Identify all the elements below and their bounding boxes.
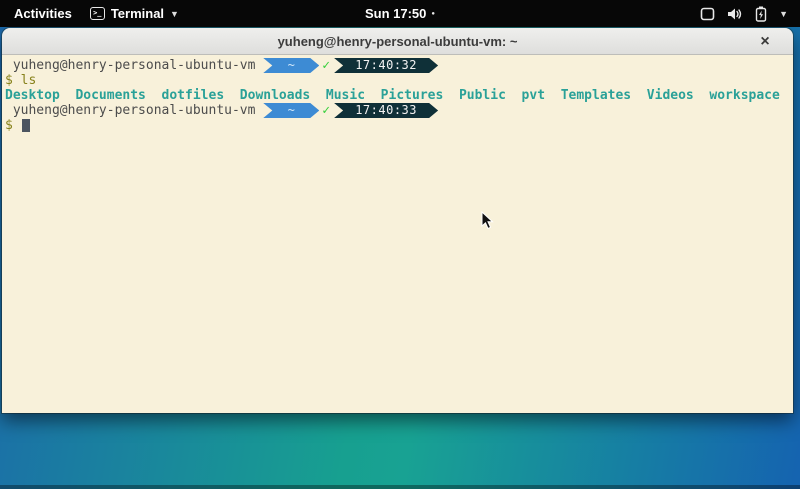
prompt-line-2: yuheng@henry-personal-ubuntu-vm ~ ✓ 17:4… — [5, 103, 793, 118]
notification-dot-icon: ● — [431, 11, 435, 17]
terminal-app-icon: >_ — [90, 7, 105, 20]
close-icon[interactable]: × — [753, 28, 777, 55]
top-bar-left: Activities >_ Terminal ▼ — [0, 4, 179, 23]
app-menu-button[interactable]: >_ Terminal ▼ — [90, 6, 179, 21]
success-check-icon: ✓ — [322, 103, 330, 118]
clock-label: Sun 17:50 — [365, 6, 426, 21]
prompt-user: yuheng@henry-personal-ubuntu-vm — [5, 58, 263, 73]
volume-icon — [727, 7, 743, 21]
prompt-time-segment: 17:40:32 — [334, 58, 438, 73]
text-cursor — [22, 119, 30, 132]
chevron-down-icon: ▼ — [170, 9, 179, 19]
prompt-line-1: yuheng@henry-personal-ubuntu-vm ~ ✓ 17:4… — [5, 58, 793, 73]
window-titlebar[interactable]: yuheng@henry-personal-ubuntu-vm: ~ × — [2, 28, 793, 55]
battery-charging-icon — [755, 6, 767, 22]
system-status-area[interactable]: ▼ — [700, 6, 800, 22]
input-line[interactable]: $ — [5, 118, 793, 133]
gnome-top-bar: Activities >_ Terminal ▼ Sun 17:50 ● ▼ — [0, 0, 800, 27]
command-line: $ ls — [5, 73, 793, 88]
ls-output-line: Desktop Documents dotfiles Downloads Mus… — [5, 88, 793, 103]
prompt-user: yuheng@henry-personal-ubuntu-vm — [5, 103, 263, 118]
success-check-icon: ✓ — [322, 58, 330, 73]
prompt-time-segment: 17:40:33 — [334, 103, 438, 118]
app-menu-label: Terminal — [111, 6, 164, 21]
directory-listing: Desktop Documents dotfiles Downloads Mus… — [5, 88, 780, 103]
activities-button[interactable]: Activities — [10, 4, 76, 23]
prompt-symbol: $ — [5, 118, 21, 133]
window-title: yuheng@henry-personal-ubuntu-vm: ~ — [278, 34, 518, 49]
command-text: $ ls — [5, 73, 36, 88]
system-menu-chevron-icon: ▼ — [779, 9, 788, 19]
prompt-path-segment: ~ — [263, 103, 319, 118]
prompt-path-segment: ~ — [263, 58, 319, 73]
terminal-window: yuheng@henry-personal-ubuntu-vm: ~ × yuh… — [2, 28, 793, 413]
terminal-content[interactable]: yuheng@henry-personal-ubuntu-vm ~ ✓ 17:4… — [2, 55, 793, 413]
display-icon — [700, 7, 715, 21]
